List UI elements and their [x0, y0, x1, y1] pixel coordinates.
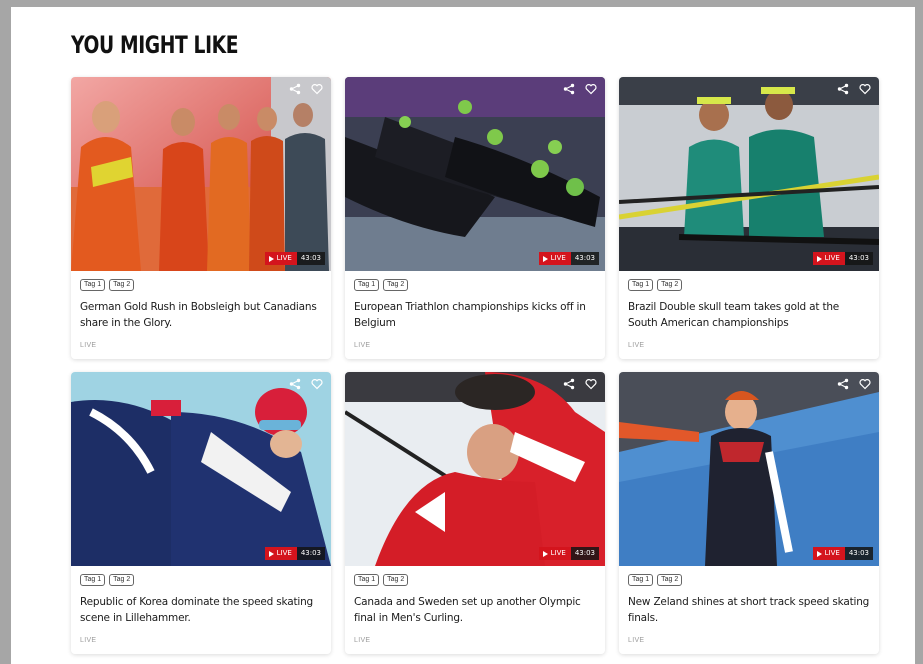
status-label: LIVE: [628, 637, 645, 644]
duration-label: 43:03: [296, 547, 325, 560]
tag-chip[interactable]: Tag 1: [628, 574, 654, 586]
video-thumbnail[interactable]: LIVE 43:03: [345, 77, 605, 271]
status-label: LIVE: [354, 637, 371, 644]
card-actions: [563, 378, 597, 390]
heart-icon[interactable]: [859, 83, 871, 95]
tag-chip[interactable]: Tag 2: [657, 574, 683, 586]
tag-list: Tag 1 Tag 2: [628, 574, 871, 586]
play-icon: [268, 550, 274, 557]
play-icon: [542, 550, 548, 557]
card-title[interactable]: Canada and Sweden set up another Olympic…: [354, 595, 597, 626]
play-icon: [816, 550, 822, 557]
tag-chip[interactable]: Tag 1: [628, 279, 654, 291]
video-card[interactable]: LIVE 43:03 Tag 1 Tag 2 European Triathlo…: [345, 77, 605, 359]
status-label: LIVE: [354, 342, 371, 349]
duration-label: 43:03: [844, 252, 873, 265]
duration-label: 43:03: [296, 252, 325, 265]
card-actions: [289, 378, 323, 390]
tag-list: Tag 1 Tag 2: [80, 279, 323, 291]
card-title[interactable]: German Gold Rush in Bobsleigh but Canadi…: [80, 300, 323, 331]
tag-list: Tag 1 Tag 2: [628, 279, 871, 291]
media-badge: LIVE 43:03: [538, 547, 599, 560]
card-title[interactable]: Republic of Korea dominate the speed ska…: [80, 595, 323, 626]
card-title[interactable]: Brazil Double skull team takes gold at t…: [628, 300, 871, 331]
tag-chip[interactable]: Tag 1: [80, 574, 106, 586]
play-icon: [268, 255, 274, 262]
video-card[interactable]: LIVE 43:03 Tag 1 Tag 2 Republic of Korea…: [71, 372, 331, 654]
share-icon[interactable]: [837, 83, 849, 95]
page: YOU MIGHT LIKE LIVE 43:03 Tag 1 Tag 2 Ge…: [11, 7, 915, 664]
heart-icon[interactable]: [585, 83, 597, 95]
share-icon[interactable]: [289, 83, 301, 95]
media-badge: LIVE 43:03: [264, 547, 325, 560]
thumbnail-image: [71, 372, 331, 566]
share-icon[interactable]: [289, 378, 301, 390]
media-badge: LIVE 43:03: [264, 252, 325, 265]
heart-icon[interactable]: [585, 378, 597, 390]
video-card[interactable]: LIVE 43:03 Tag 1 Tag 2 Canada and Sweden…: [345, 372, 605, 654]
video-thumbnail[interactable]: LIVE 43:03: [619, 372, 879, 566]
tag-chip[interactable]: Tag 2: [383, 574, 409, 586]
video-thumbnail[interactable]: LIVE 43:03: [71, 372, 331, 566]
card-actions: [289, 83, 323, 95]
live-badge: LIVE: [538, 252, 571, 265]
thumbnail-image: [71, 77, 331, 271]
video-card[interactable]: LIVE 43:03 Tag 1 Tag 2 German Gold Rush …: [71, 77, 331, 359]
tag-chip[interactable]: Tag 2: [109, 574, 135, 586]
card-actions: [563, 83, 597, 95]
tag-chip[interactable]: Tag 2: [657, 279, 683, 291]
live-badge: LIVE: [264, 252, 297, 265]
tag-list: Tag 1 Tag 2: [354, 279, 597, 291]
play-icon: [542, 255, 548, 262]
video-card[interactable]: LIVE 43:03 Tag 1 Tag 2 Brazil Double sku…: [619, 77, 879, 359]
card-actions: [837, 83, 871, 95]
live-badge: LIVE: [812, 252, 845, 265]
section-title: YOU MIGHT LIKE: [71, 31, 239, 59]
card-title[interactable]: New Zeland shines at short track speed s…: [628, 595, 871, 626]
duration-label: 43:03: [570, 547, 599, 560]
video-thumbnail[interactable]: LIVE 43:03: [619, 77, 879, 271]
tag-chip[interactable]: Tag 2: [109, 279, 135, 291]
heart-icon[interactable]: [311, 378, 323, 390]
tag-chip[interactable]: Tag 2: [383, 279, 409, 291]
thumbnail-image: [345, 77, 605, 271]
status-label: LIVE: [80, 342, 97, 349]
thumbnail-image: [619, 372, 879, 566]
card-actions: [837, 378, 871, 390]
live-badge: LIVE: [538, 547, 571, 560]
media-badge: LIVE 43:03: [812, 252, 873, 265]
heart-icon[interactable]: [859, 378, 871, 390]
video-thumbnail[interactable]: LIVE 43:03: [71, 77, 331, 271]
status-label: LIVE: [80, 637, 97, 644]
live-badge: LIVE: [264, 547, 297, 560]
play-icon: [816, 255, 822, 262]
card-grid: LIVE 43:03 Tag 1 Tag 2 German Gold Rush …: [71, 77, 879, 654]
thumbnail-image: [345, 372, 605, 566]
share-icon[interactable]: [837, 378, 849, 390]
tag-chip[interactable]: Tag 1: [80, 279, 106, 291]
media-badge: LIVE 43:03: [812, 547, 873, 560]
tag-chip[interactable]: Tag 1: [354, 279, 380, 291]
status-label: LIVE: [628, 342, 645, 349]
thumbnail-image: [619, 77, 879, 271]
duration-label: 43:03: [844, 547, 873, 560]
share-icon[interactable]: [563, 378, 575, 390]
share-icon[interactable]: [563, 83, 575, 95]
live-badge: LIVE: [812, 547, 845, 560]
tag-list: Tag 1 Tag 2: [354, 574, 597, 586]
media-badge: LIVE 43:03: [538, 252, 599, 265]
card-title[interactable]: European Triathlon championships kicks o…: [354, 300, 597, 331]
video-thumbnail[interactable]: LIVE 43:03: [345, 372, 605, 566]
tag-list: Tag 1 Tag 2: [80, 574, 323, 586]
heart-icon[interactable]: [311, 83, 323, 95]
video-card[interactable]: LIVE 43:03 Tag 1 Tag 2 New Zeland shines…: [619, 372, 879, 654]
duration-label: 43:03: [570, 252, 599, 265]
tag-chip[interactable]: Tag 1: [354, 574, 380, 586]
